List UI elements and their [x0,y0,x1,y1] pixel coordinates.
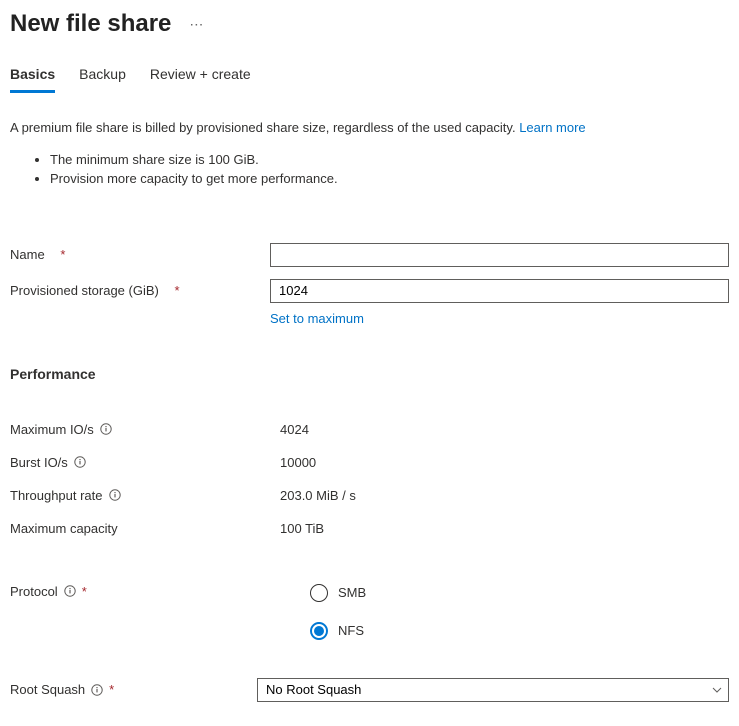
required-marker: * [60,247,65,262]
intro-notes: The minimum share size is 100 GiB. Provi… [50,151,729,189]
page-header: New file share ⋯ [10,10,729,38]
tab-review-create[interactable]: Review + create [150,66,251,93]
protocol-radio-smb[interactable]: SMB [310,584,729,602]
note-item: Provision more capacity to get more perf… [50,170,729,189]
row-provisioned-storage: Provisioned storage (GiB) * [10,279,729,303]
more-icon[interactable]: ⋯ [189,16,204,33]
intro-text: A premium file share is billed by provis… [10,120,729,135]
row-burst-io: Burst IO/s 10000 [10,455,729,470]
protocol-nfs-label: NFS [338,623,364,638]
page-title: New file share [10,10,171,38]
protocol-smb-label: SMB [338,585,366,600]
required-marker: * [174,283,179,298]
row-name: Name * [10,243,729,267]
throughput-label: Throughput rate [10,488,103,503]
performance-heading: Performance [10,366,729,382]
row-protocol: Protocol * SMB NFS [10,584,729,640]
row-throughput: Throughput rate 203.0 MiB / s [10,488,729,503]
throughput-value: 203.0 MiB / s [280,488,356,503]
info-icon[interactable] [100,423,112,435]
info-icon[interactable] [64,585,76,597]
tab-backup[interactable]: Backup [79,66,126,93]
max-io-label: Maximum IO/s [10,422,94,437]
info-icon[interactable] [91,684,103,696]
row-root-squash: Root Squash * No Root Squash [10,678,729,702]
tab-strip: Basics Backup Review + create [10,66,729,94]
note-item: The minimum share size is 100 GiB. [50,151,729,170]
provisioned-storage-input[interactable] [270,279,729,303]
max-capacity-label: Maximum capacity [10,521,118,536]
learn-more-link[interactable]: Learn more [519,120,585,135]
root-squash-label: Root Squash * [10,682,257,697]
radio-icon [310,584,328,602]
provisioned-storage-label: Provisioned storage (GiB) * [10,283,270,298]
burst-io-value: 10000 [280,455,316,470]
name-label: Name * [10,247,270,262]
burst-io-label: Burst IO/s [10,455,68,470]
intro-body: A premium file share is billed by provis… [10,120,519,135]
root-squash-select[interactable]: No Root Squash [257,678,729,702]
name-input[interactable] [270,243,729,267]
required-marker: * [82,584,87,599]
required-marker: * [109,682,114,697]
protocol-radio-nfs[interactable]: NFS [310,622,729,640]
max-io-value: 4024 [280,422,309,437]
info-icon[interactable] [74,456,86,468]
tab-basics[interactable]: Basics [10,66,55,93]
protocol-label: Protocol * [10,584,270,599]
row-max-capacity: Maximum capacity 100 TiB [10,521,729,536]
protocol-radio-group: SMB NFS [270,584,729,640]
info-icon[interactable] [109,489,121,501]
set-to-maximum-link[interactable]: Set to maximum [270,311,364,326]
radio-icon [310,622,328,640]
max-capacity-value: 100 TiB [280,521,324,536]
row-max-io: Maximum IO/s 4024 [10,422,729,437]
